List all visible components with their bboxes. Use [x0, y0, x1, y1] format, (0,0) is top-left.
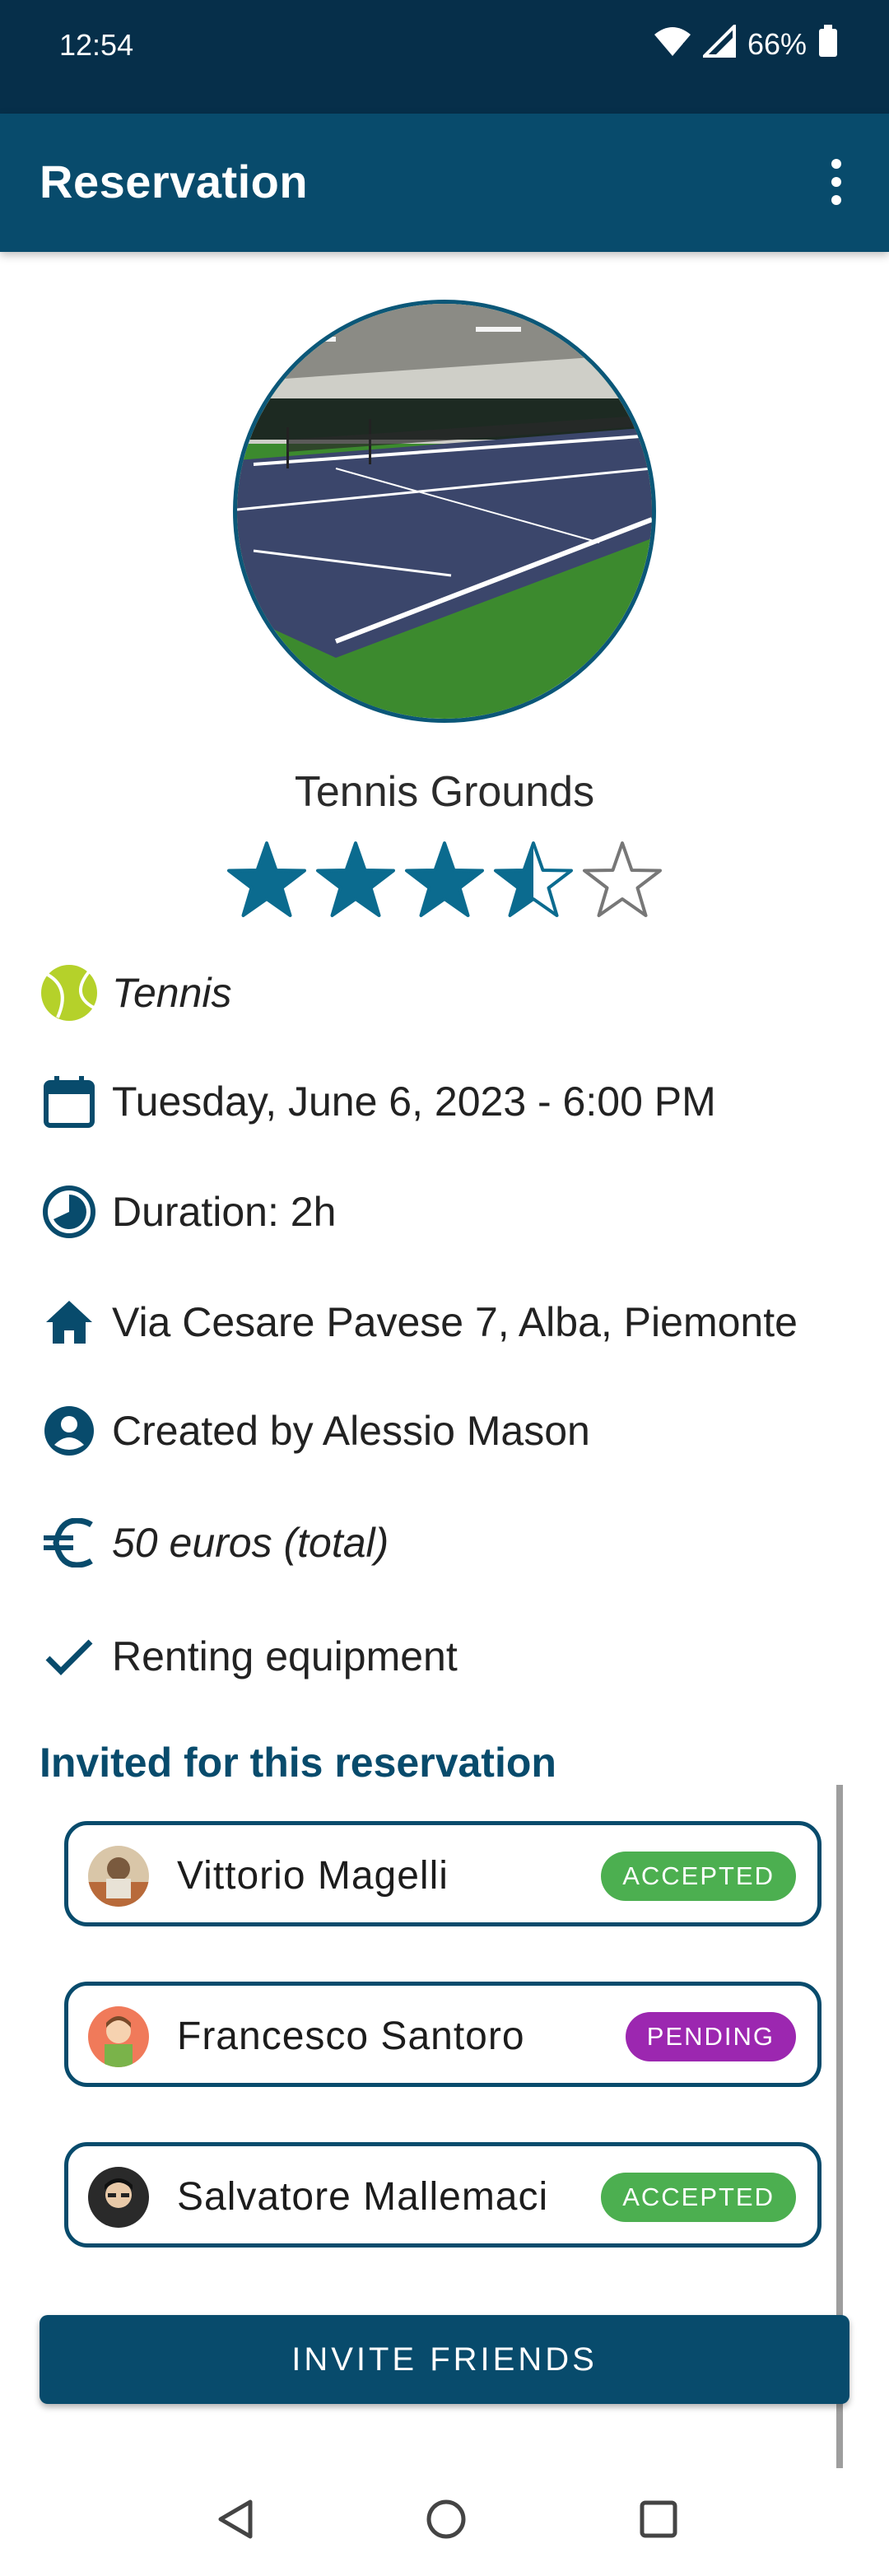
star-icon: [227, 841, 306, 917]
back-icon[interactable]: [202, 2486, 268, 2552]
duration-row: Duration: 2h: [40, 1179, 854, 1245]
status-badge: PENDING: [625, 2012, 796, 2061]
battery-icon: [818, 24, 838, 65]
sport-label: Tennis: [112, 970, 232, 1016]
price-label: 50 euros (total): [112, 1520, 389, 1566]
datetime-row: Tuesday, June 6, 2023 - 6:00 PM: [40, 1069, 854, 1134]
wifi-icon: [654, 25, 691, 65]
invitee-name: Salvatore Mallemaci: [177, 2175, 549, 2219]
facility-name: Tennis Grounds: [294, 768, 595, 816]
app-bar: Reservation: [0, 114, 889, 252]
status-time: 12:54: [59, 28, 134, 62]
rating-stars: [227, 841, 662, 917]
tennis-ball-icon: [40, 963, 99, 1022]
equipment-label: Renting equipment: [112, 1633, 458, 1679]
status-bar: 12:54 66%: [0, 0, 889, 114]
price-row: 50 euros (total): [40, 1510, 854, 1576]
cellular-signal-icon: [700, 21, 736, 65]
page-title: Reservation: [40, 156, 309, 207]
invite-friends-button[interactable]: INVITE FRIENDS: [40, 2315, 849, 2404]
invitee-name: Vittorio Magelli: [177, 1854, 449, 1898]
invitee-name: Francesco Santoro: [177, 2015, 525, 2058]
address-label: Via Cesare Pavese 7, Alba, Piemonte: [112, 1299, 798, 1345]
clock-icon: [40, 1182, 99, 1241]
invite-card[interactable]: Salvatore Mallemaci ACCEPTED: [64, 2142, 822, 2248]
home-icon: [40, 1293, 99, 1352]
euro-icon: [40, 1513, 99, 1572]
avatar: [88, 1846, 149, 1907]
invited-section-title: Invited for this reservation: [40, 1740, 556, 1786]
reservation-datetime: Tuesday, June 6, 2023 - 6:00 PM: [112, 1078, 716, 1125]
duration-label: Duration: 2h: [112, 1189, 337, 1235]
battery-level: 66%: [747, 27, 807, 61]
avatar: [88, 2006, 149, 2067]
account-circle-icon: [40, 1401, 99, 1460]
calendar-icon: [40, 1072, 99, 1131]
status-badge: ACCEPTED: [601, 1852, 796, 1901]
invite-card[interactable]: Francesco Santoro PENDING: [64, 1982, 822, 2087]
creator-row: Created by Alessio Mason: [40, 1398, 854, 1464]
invite-card[interactable]: Vittorio Magelli ACCEPTED: [64, 1821, 822, 1926]
status-badge: ACCEPTED: [601, 2173, 796, 2222]
star-icon: [316, 841, 395, 917]
sport-row: Tennis: [40, 960, 854, 1026]
star-icon: [405, 841, 484, 917]
address-row: Via Cesare Pavese 7, Alba, Piemonte: [40, 1289, 854, 1355]
star-icon: [494, 841, 573, 917]
creator-label: Created by Alessio Mason: [112, 1408, 590, 1454]
more-vert-icon[interactable]: [803, 145, 869, 219]
equipment-row: Renting equipment: [40, 1623, 854, 1689]
avatar: [88, 2167, 149, 2228]
system-nav-bar: [0, 2462, 889, 2576]
check-icon: [40, 1627, 99, 1686]
facility-image: [233, 300, 656, 723]
star-icon: [583, 841, 662, 917]
recents-icon[interactable]: [626, 2486, 691, 2552]
home-nav-icon[interactable]: [413, 2486, 479, 2552]
